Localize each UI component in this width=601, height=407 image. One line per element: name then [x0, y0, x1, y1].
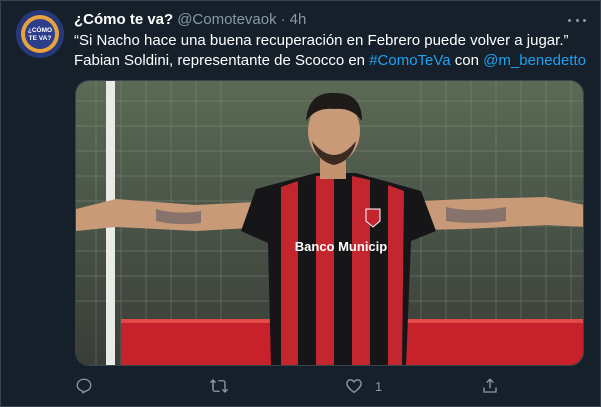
tweet-media-photo[interactable]: Banco Municip [75, 80, 584, 366]
tweet-text-line1: “Si Nacho hace una buena recuperación en… [74, 32, 569, 49]
like-button[interactable]: 1 [345, 373, 382, 399]
avatar-text-line1: ¿CÓMO [28, 25, 52, 34]
share-icon [483, 378, 497, 393]
tweet-card[interactable]: ¿CÓMO TE VA? ¿Cómo te va? @Comotevaok · … [0, 0, 601, 407]
heart-icon [346, 379, 362, 394]
tweet-text-part: Fabian Soldini, representante de Scocco … [74, 52, 370, 69]
hashtag-link[interactable]: #ComoTeVa [369, 52, 450, 69]
reply-icon [76, 378, 92, 394]
like-count: 1 [375, 378, 383, 394]
mention-link[interactable]: @m_benedetto [483, 52, 586, 69]
separator-dot: · [280, 11, 286, 28]
retweet-icon [209, 379, 229, 393]
tweet-actions: 1 [75, 373, 497, 399]
photo-football-player: Banco Municip [76, 81, 583, 365]
timestamp[interactable]: 4h [290, 11, 307, 28]
retweet-button[interactable] [209, 373, 241, 399]
more-options-icon[interactable] [568, 13, 586, 27]
avatar-text-line2: TE VA? [29, 35, 52, 42]
tweet-text-part: con [450, 52, 484, 69]
reply-button[interactable] [75, 373, 105, 399]
user-handle[interactable]: @Comotevaok [177, 11, 276, 28]
tweet-text: “Si Nacho hace una buena recuperación en… [74, 31, 589, 71]
avatar-logo: ¿CÓMO TE VA? [16, 10, 64, 58]
tweet-header: ¿Cómo te va? @Comotevaok · 4h [74, 11, 306, 31]
tweet-text-line2: Fabian Soldini, representante de Scocco … [74, 51, 589, 71]
share-button[interactable] [481, 373, 499, 399]
shirt-sponsor-text: Banco Municip [295, 239, 388, 254]
display-name[interactable]: ¿Cómo te va? [74, 11, 173, 28]
avatar[interactable]: ¿CÓMO TE VA? [16, 10, 64, 58]
